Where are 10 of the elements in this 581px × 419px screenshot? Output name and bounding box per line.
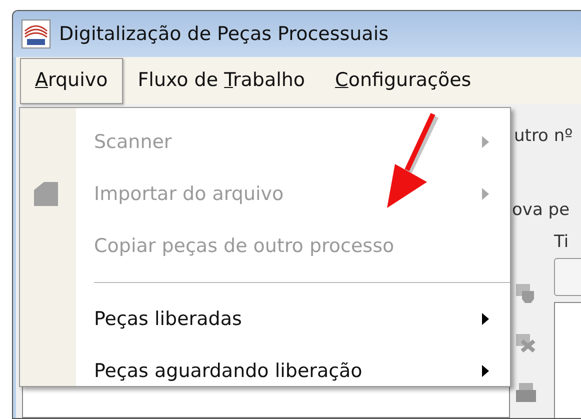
column-label: Ti (554, 232, 570, 252)
menu-option[interactable]: Peças liberadas (20, 293, 510, 345)
window-title: Digitalização de Peças Processuais (59, 23, 388, 45)
app-logo-icon (21, 19, 51, 49)
menu-item[interactable]: Configurações (320, 58, 486, 104)
menu-option[interactable]: Peças aguardando liberação (20, 345, 510, 397)
menu-item[interactable]: Fluxo de Trabalho (122, 58, 320, 104)
menu-item[interactable]: Arquivo (20, 58, 123, 104)
section-label: ova pe (512, 200, 571, 220)
field-label: utro nº (514, 126, 574, 146)
